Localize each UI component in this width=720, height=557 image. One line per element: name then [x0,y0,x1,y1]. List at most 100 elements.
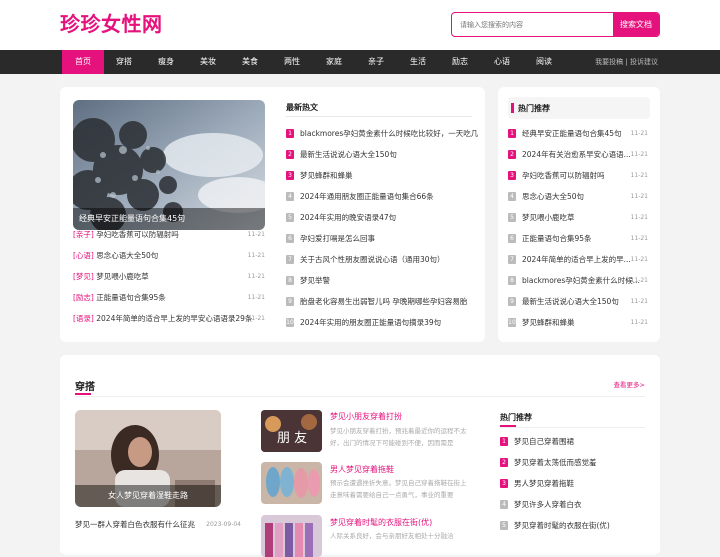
latest-item[interactable]: 5 2024年实用的晚安语录47句 [286,211,472,225]
hot-item[interactable]: 3 孕妇吃香蕉可以防辐射吗 11-21 [508,169,648,183]
section-hot-item[interactable]: 4 梦见许多人穿着白衣 [500,498,645,512]
article-thumb[interactable] [261,462,322,504]
nav-item-family[interactable]: 家庭 [313,50,355,74]
section-hot-item[interactable]: 3 男人梦见穿着拖鞋 [500,477,645,491]
nav-item-reading[interactable]: 阅读 [523,50,565,74]
hot-item[interactable]: 6 正能量语句合集95条 11-21 [508,232,648,246]
nav-item-beauty[interactable]: 美妆 [187,50,229,74]
item-title: 最新生活说说心语大全150句 [522,297,619,306]
hot-item[interactable]: 9 最新生活说说心语大全150句 11-21 [508,295,648,309]
article-desc: 梦见小朋友穿着打扮，预兆着最近你的运程不太好，出门的情况下可能碰到不便，因而需是 [330,427,467,447]
item-title: 2024年实用的朋友圈正能量语句摘录39句 [300,318,442,327]
nav-item-outfit[interactable]: 穿搭 [103,50,145,74]
hot-item[interactable]: 7 2024年简单的适合早上发的早... 11-21 [508,253,648,267]
section-hot-item[interactable]: 1 梦见自己穿着围裙 [500,435,645,449]
feature-caption: 女人梦见穿着湿鞋走路 [75,485,221,507]
list-item[interactable]: [亲子] 孕妇吃香蕉可以防辐射吗 11-21 [73,228,265,242]
latest-item[interactable]: 7 关于古风个性朋友圈说说心语（通用30句） [286,253,472,267]
item-title: 思念心语大全50句 [96,251,159,260]
item-title: 梦见喂小鹿吃草 [522,213,575,222]
rank-badge: 4 [508,192,516,201]
item-date: 11-21 [630,193,648,200]
search-button[interactable]: 搜索文档 [613,13,659,36]
main-nav: 首页 穿搭 瘦身 美妆 美食 两性 家庭 亲子 生活 励志 心语 阅读 我要投稿… [0,50,720,74]
nav-item-life[interactable]: 生活 [397,50,439,74]
item-title: 梦见一群人穿着白色衣服有什么征兆 [75,520,195,529]
item-title: 2024年简单的适合早上发的早安心语语录29条 [96,314,253,323]
section-hot-item[interactable]: 2 梦见穿着太荡低而感觉羞 [500,456,645,470]
rank-badge: 7 [286,255,294,264]
site-header: 珍珍女性网 搜索文档 [0,0,720,50]
latest-item[interactable]: 4 2024年通用朋友圈正能量语句集合66条 [286,190,472,204]
section-hot-item[interactable]: 5 梦见穿着时髦的衣服在街(优) [500,519,645,533]
latest-item[interactable]: 8 梦见举警 [286,274,472,288]
list-item[interactable]: [语录] 2024年简单的适合早上发的早安心语语录29条 11-21 [73,312,265,326]
list-item[interactable]: [励志] 正能量语句合集95条 11-21 [73,291,265,305]
item-date: 11-21 [630,277,648,284]
complaint-link[interactable]: 投诉建议 [630,58,658,66]
item-title: 梦见举警 [300,276,330,285]
item-title: 孕妇吃香蕉可以防辐射吗 [96,230,179,239]
article-thumb[interactable]: 朋 友 [261,410,322,452]
rank-badge: 4 [286,192,294,201]
hot-item[interactable]: 10 梦见蜂群和蜂巢 11-21 [508,316,648,330]
item-title: blackmores孕妇黄金素什么时候吃比较好，一天吃几 [300,129,479,138]
rank-badge: 5 [286,213,294,222]
site-logo[interactable]: 珍珍女性网 [60,8,163,37]
item-title: 正能量语句合集95条 [522,234,592,243]
item-date: 11-21 [630,298,648,305]
hot-item[interactable]: 8 blackmores孕妇黄金素什么时候... 11-21 [508,274,648,288]
article-title[interactable]: 男人梦见穿着拖鞋 [330,464,394,475]
hot-item[interactable]: 4 思念心语大全50句 11-21 [508,190,648,204]
rank-badge: 7 [508,255,516,264]
latest-item[interactable]: 9 胎盘老化容易生出弱智儿吗 孕晚期哪些孕妇容易胎 [286,295,472,309]
nav-item-relationship[interactable]: 两性 [271,50,313,74]
top-content-card: 经典早安正能量语句合集45句 [亲子] 孕妇吃香蕉可以防辐射吗 11-21 [心语… [60,87,485,342]
latest-item[interactable]: 10 2024年实用的朋友圈正能量语句摘录39句 [286,316,472,330]
rank-badge: 6 [508,234,516,243]
latest-item[interactable]: 6 孕妇爱打嗝是怎么回事 [286,232,472,246]
list-item[interactable]: [心语] 思念心语大全50句 11-21 [73,249,265,263]
nav-item-parenting[interactable]: 亲子 [355,50,397,74]
article-thumb[interactable] [261,515,322,557]
article-title[interactable]: 梦见穿着时髦的衣服在街(优) [330,517,432,528]
item-title: 2024年实用的晚安语录47句 [300,213,397,222]
more-link[interactable]: 查看更多> [614,379,645,389]
featured-image[interactable]: 经典早安正能量语句合集45句 [73,100,265,230]
outfit-section-card: 穿搭 查看更多> 女人梦见穿着湿鞋走路 梦见一群人穿着白色衣服有什么征兆 2023… [60,355,660,557]
heading-accent [511,103,514,113]
nav-item-home[interactable]: 首页 [62,50,104,74]
rank-badge: 8 [286,276,294,285]
hot-item[interactable]: 5 梦见喂小鹿吃草 11-21 [508,211,648,225]
section-feature-image[interactable]: 女人梦见穿着湿鞋走路 [75,410,221,507]
friends-thumb: 朋 友 [261,410,322,452]
category-tag: [亲子] [73,230,94,239]
nav-item-food[interactable]: 美食 [229,50,271,74]
latest-item[interactable]: 1 blackmores孕妇黄金素什么时候吃比较好，一天吃几 [286,127,478,141]
rank-badge: 5 [500,521,508,530]
search-input[interactable] [452,13,615,36]
nav-item-slim[interactable]: 瘦身 [145,50,187,74]
article-title[interactable]: 梦见小朋友穿着打扮 [330,411,402,422]
item-date: 11-21 [247,252,265,259]
nav-item-mood[interactable]: 心语 [481,50,523,74]
rank-badge: 9 [286,297,294,306]
hot-item[interactable]: 1 经典早安正能量语句合集45句 11-21 [508,127,648,141]
latest-item[interactable]: 2 最新生活说说心语大全150句 [286,148,472,162]
item-date: 11-21 [630,214,648,221]
hot-item[interactable]: 2 2024年有关治愈系早安心语语... 11-21 [508,148,648,162]
item-title: 2024年简单的适合早上发的早... [522,255,631,264]
rank-badge: 2 [286,150,294,159]
contribute-link[interactable]: 我要投稿 [595,58,623,66]
list-item[interactable]: 梦见一群人穿着白色衣服有什么征兆 2023-09-04 [75,518,241,532]
latest-item[interactable]: 3 梦见蜂群和蜂巢 [286,169,472,183]
article-desc: 预示会遭遇挫折失意。梦见自己穿着拖鞋在街上走意味着需要给自己一点勇气，事业的重要 [330,479,467,499]
category-tag: [心语] [73,251,94,260]
section-title: 穿搭 [75,382,95,393]
list-item[interactable]: [梦见] 梦见喂小鹿吃草 11-21 [73,270,265,284]
slippers-thumb [261,462,322,504]
nav-item-inspiration[interactable]: 励志 [439,50,481,74]
rank-badge: 10 [508,318,516,327]
title-underline [75,393,91,395]
item-title: 思念心语大全50句 [522,192,585,201]
